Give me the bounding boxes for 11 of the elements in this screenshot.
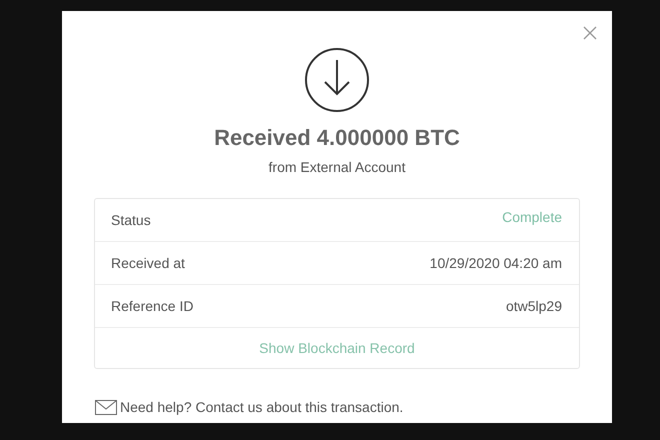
detail-label: Status <box>111 212 151 228</box>
detail-label: Received at <box>111 255 185 271</box>
dialog-subtitle: from External Account <box>268 159 406 175</box>
detail-value: otw5lp29 <box>506 298 562 314</box>
envelope-icon <box>95 400 117 414</box>
help-text: Need help? Contact us about this transaction. <box>120 399 404 415</box>
detail-value: 10/29/2020 04:20 am <box>430 255 562 271</box>
status-value: Complete <box>502 209 562 225</box>
detail-label: Reference ID <box>111 298 194 314</box>
dialog-title: Received 4.000000 BTC <box>214 125 460 151</box>
blockchain-record-link[interactable]: Show Blockchain Record <box>95 328 579 368</box>
